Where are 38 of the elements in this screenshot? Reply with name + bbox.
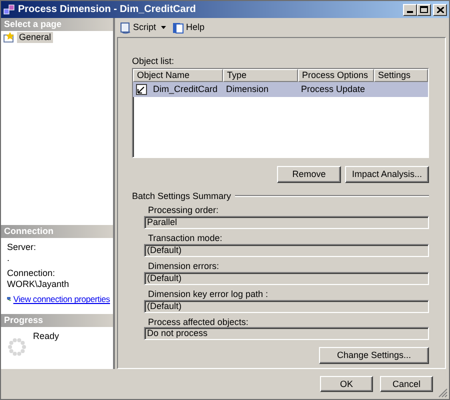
- column-header[interactable]: Type: [223, 68, 298, 82]
- field-label: Process affected objects:: [147, 316, 250, 328]
- field-label: Transaction mode:: [147, 233, 224, 244]
- action-button[interactable]: Remove: [276, 166, 341, 183]
- field-label: Dimension key error log path :: [147, 288, 270, 300]
- readonly-field: (Default): [144, 244, 429, 257]
- connection-value: WORK\Jayanth: [7, 278, 70, 290]
- table-cell: Dimension: [226, 84, 269, 94]
- table-cell: Dim_CreditCard: [153, 84, 218, 94]
- column-header[interactable]: Settings: [374, 68, 428, 82]
- script-dropdown[interactable]: Script: [119, 22, 166, 34]
- readonly-field: Parallel: [144, 216, 429, 230]
- field-label: Dimension errors:: [147, 260, 220, 272]
- connection-label: Connection:: [7, 268, 56, 279]
- section-header: Progress: [1, 314, 113, 327]
- object-list-label: Object list:: [132, 56, 176, 67]
- table-cell: Process Update: [301, 84, 366, 94]
- table-row[interactable]: Dim_CreditCard Dimension Process Update: [133, 82, 428, 97]
- readonly-field: (Default): [144, 300, 429, 313]
- help-button[interactable]: Help: [172, 22, 205, 34]
- page-item[interactable]: General: [17, 32, 54, 43]
- readonly-field: (Default): [144, 272, 429, 285]
- connection-properties-link[interactable]: View connection properties: [13, 294, 110, 304]
- section-header: Select a page: [1, 18, 113, 31]
- server-value: .: [7, 253, 11, 264]
- section-header: Connection: [1, 225, 113, 238]
- dialog-button[interactable]: OK: [320, 376, 373, 392]
- readonly-field: Do not process: [144, 327, 429, 340]
- progress-status: Ready: [33, 331, 60, 343]
- column-header[interactable]: Process Options: [298, 68, 374, 82]
- change-settings-button[interactable]: Change Settings...: [319, 347, 429, 364]
- field-label: Processing order:: [147, 205, 220, 216]
- dialog-button[interactable]: Cancel: [380, 376, 433, 392]
- window-title: Process Dimension - Dim_CreditCard: [18, 4, 196, 16]
- action-button[interactable]: Impact Analysis...: [344, 166, 429, 183]
- server-label: Server:: [7, 242, 38, 253]
- group-title: Batch Settings Summary: [132, 190, 232, 202]
- column-header[interactable]: Object Name: [133, 68, 223, 82]
